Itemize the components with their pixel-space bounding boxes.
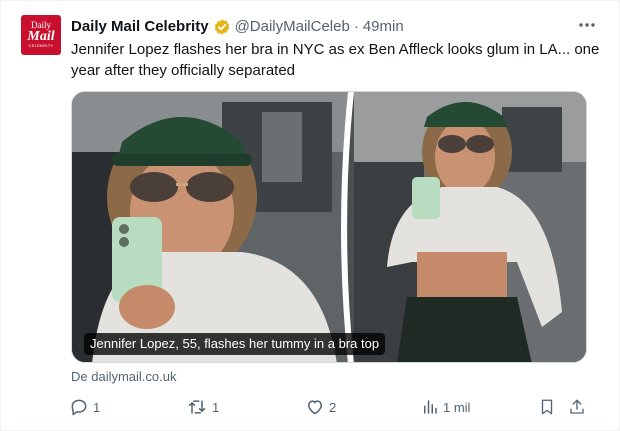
media-caption: Jennifer Lopez, 55, flashes her tummy in…	[84, 333, 386, 355]
photo-right	[354, 92, 586, 362]
retweet-icon	[188, 400, 206, 414]
reply-button[interactable]: 1	[69, 397, 100, 417]
photo-left	[72, 92, 348, 362]
author-name[interactable]: Daily Mail Celebrity	[71, 17, 209, 37]
media-photos	[72, 92, 586, 362]
views-count: 1 mil	[443, 399, 471, 415]
bookmark-icon	[541, 399, 553, 415]
views-icon	[424, 400, 437, 414]
more-horizontal-icon[interactable]	[577, 15, 597, 35]
like-icon	[308, 400, 322, 415]
retweet-count: 1	[212, 399, 220, 415]
tweet-header: Daily Mail Celebrity @DailyMailCeleb · 4…	[71, 17, 404, 37]
timestamp[interactable]: 49min	[363, 17, 404, 37]
author-handle[interactable]: @DailyMailCeleb	[235, 17, 350, 37]
bookmark-button[interactable]	[538, 397, 556, 417]
retweet-button[interactable]: 1	[186, 397, 219, 417]
share-icon	[570, 399, 584, 414]
tweet-card[interactable]: Daily Mail CELEBRITY Daily Mail Celebrit…	[0, 0, 620, 431]
action-bar: 1 1 2 1 mil	[63, 397, 603, 417]
verified-badge-icon[interactable]	[213, 18, 231, 36]
like-button[interactable]: 2	[305, 397, 336, 417]
share-button[interactable]	[568, 397, 586, 417]
tweet-media[interactable]: Jennifer Lopez, 55, flashes her tummy in…	[71, 91, 587, 363]
source-link[interactable]: De dailymail.co.uk	[71, 369, 177, 385]
reply-icon	[71, 399, 87, 416]
reply-count: 1	[93, 399, 101, 415]
tweet-text: Jennifer Lopez flashes her bra in NYC as…	[71, 41, 600, 79]
avatar[interactable]: Daily Mail CELEBRITY	[21, 15, 61, 55]
like-count: 2	[329, 399, 337, 415]
avatar-line-2: Mail	[27, 29, 55, 44]
header-separator: ·	[353, 18, 359, 35]
views-button[interactable]: 1 mil	[421, 397, 470, 417]
